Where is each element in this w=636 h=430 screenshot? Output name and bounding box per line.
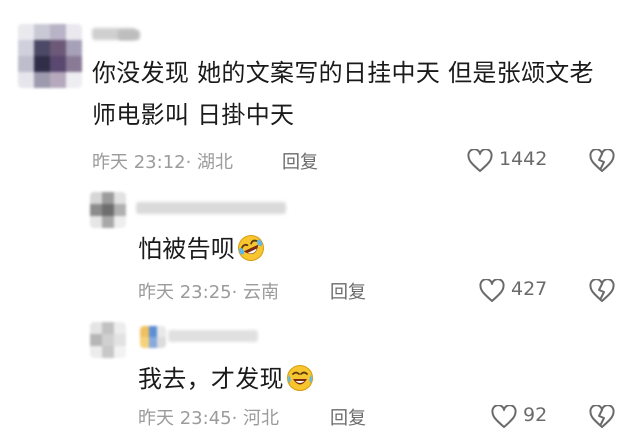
username-blurred[interactable] [136,202,286,214]
comment-text-line: 你没发现 她的文案写的日挂中天 但是张颂文老 [92,59,594,87]
avatar[interactable] [90,322,126,358]
username-blurred[interactable] [168,330,258,342]
reply-text-content: 怕被告呗 [138,235,236,263]
heart-outline-icon[interactable] [467,149,493,173]
comment-location: · 湖北 [185,152,234,173]
reply-location: · 云南 [231,282,280,303]
like-count: 1442 [499,148,548,170]
reply-text-content: 我去，才发现 [138,365,284,393]
broken-heart-icon[interactable] [589,149,615,173]
reply-button[interactable]: 回复 [282,148,318,174]
like-count: 427 [511,278,548,300]
username-blurred-badge [140,326,166,348]
avatar[interactable] [18,24,82,88]
rofl-emoji [237,234,265,262]
broken-heart-icon[interactable] [589,279,615,303]
username-blurred-part [118,30,140,40]
comment-time: 昨天 23:12 [92,152,186,173]
reply-time: 昨天 23:25 [138,282,232,303]
reply-button[interactable]: 回复 [330,404,366,430]
reply-text[interactable]: 怕被告呗 [138,232,265,266]
reply-meta: 昨天 23:45· 河北 [138,404,279,430]
heart-outline-icon[interactable] [491,405,517,429]
avatar[interactable] [90,192,126,228]
comment-text[interactable]: 你没发现 她的文案写的日挂中天 但是张颂文老 师电影叫 日掛中天 [92,56,632,132]
reply-text[interactable]: 我去，才发现 [138,362,314,396]
heart-outline-icon[interactable] [479,279,505,303]
reply-meta: 昨天 23:25· 云南 [138,278,279,304]
crying-laughing-emoji [286,364,314,392]
reply-button[interactable]: 回复 [330,278,366,304]
comment-meta: 昨天 23:12· 湖北 [92,148,233,174]
broken-heart-icon[interactable] [589,405,615,429]
like-count: 92 [523,404,548,426]
comment-text-line: 师电影叫 日掛中天 [92,101,295,129]
